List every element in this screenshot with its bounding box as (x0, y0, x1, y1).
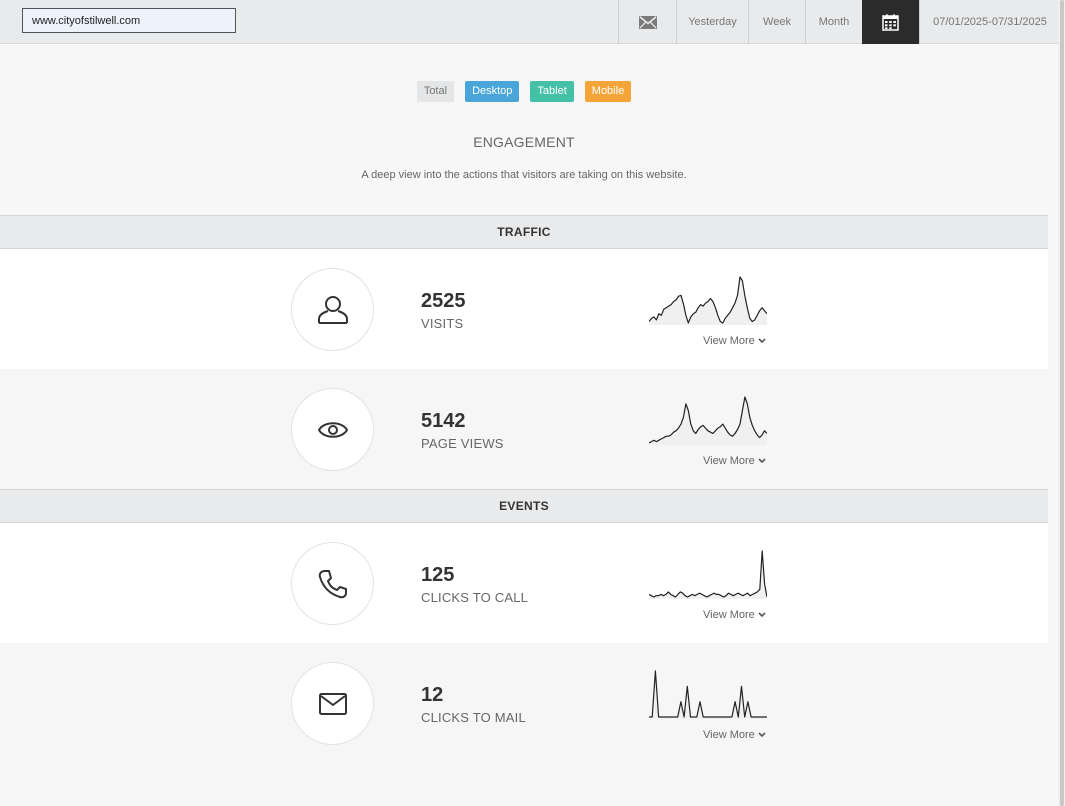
envelope-icon (638, 15, 657, 29)
date-range-label[interactable]: 07/01/2025-07/31/2025 (919, 0, 1058, 44)
metric-row-visits: 2525 VISITS View More (0, 249, 1048, 369)
month-button[interactable]: Month (805, 0, 862, 44)
sparkline-area (649, 671, 767, 719)
scrollbar-thumb[interactable] (1060, 0, 1064, 806)
calendar-icon (882, 14, 899, 31)
page-title: ENGAGEMENT (473, 134, 575, 150)
week-button[interactable]: Week (748, 0, 805, 44)
metric-label: CLICKS TO MAIL (421, 710, 526, 725)
sparkline-visits (649, 276, 767, 325)
top-bar: Yesterday Week Month 07/01/2025-07/31/20… (0, 0, 1058, 44)
section-events-header: EVENTS (0, 489, 1048, 523)
device-filters: Total Desktop Tablet Mobile (0, 81, 1048, 102)
view-more-link[interactable]: View More (703, 455, 766, 467)
filter-total[interactable]: Total (416, 81, 455, 102)
chevron-down-icon (758, 338, 766, 344)
view-more-label: View More (703, 609, 755, 621)
sparkline-clicks-to-call (649, 550, 767, 599)
chevron-down-icon (758, 732, 766, 738)
metric-icon-circle (291, 388, 374, 471)
metric-row-clicks-to-call: 125 CLICKS TO CALL View More (0, 523, 1048, 643)
filter-mobile[interactable]: Mobile (584, 81, 632, 102)
scrollbar[interactable] (1058, 0, 1065, 806)
metric-label: CLICKS TO CALL (421, 590, 529, 605)
eye-icon (317, 421, 348, 438)
view-more-link[interactable]: View More (703, 609, 766, 621)
sparkline-clicks-to-mail (649, 670, 767, 719)
sparkline-page-views (649, 396, 767, 445)
view-more-link[interactable]: View More (703, 335, 766, 347)
filter-tablet[interactable]: Tablet (530, 81, 574, 102)
email-report-button[interactable] (618, 0, 676, 44)
metric-icon-circle (291, 542, 374, 625)
metric-value: 5142 (421, 410, 466, 432)
yesterday-button[interactable]: Yesterday (676, 0, 748, 44)
user-icon (317, 295, 348, 324)
chevron-down-icon (758, 612, 766, 618)
calendar-button[interactable] (862, 0, 919, 44)
envelope-icon (318, 692, 347, 715)
date-toolbar: Yesterday Week Month 07/01/2025-07/31/20… (618, 0, 1058, 44)
view-more-label: View More (703, 455, 755, 467)
phone-icon (318, 569, 347, 598)
sparkline-line (649, 550, 767, 598)
view-more-link[interactable]: View More (703, 729, 766, 741)
sparkline-line (649, 670, 767, 718)
page-subtitle: A deep view into the actions that visito… (361, 169, 687, 181)
chevron-down-icon (758, 458, 766, 464)
filter-desktop[interactable]: Desktop (465, 81, 520, 102)
metric-label: PAGE VIEWS (421, 436, 504, 451)
section-traffic-header: TRAFFIC (0, 215, 1048, 249)
view-more-label: View More (703, 335, 755, 347)
metric-row-page-views: 5142 PAGE VIEWS View More (0, 369, 1048, 489)
metric-value: 2525 (421, 290, 466, 312)
metric-label: VISITS (421, 316, 464, 331)
metric-icon-circle (291, 268, 374, 351)
metric-row-clicks-to-mail: 12 CLICKS TO MAIL View More (0, 643, 1048, 763)
view-more-label: View More (703, 729, 755, 741)
metric-value: 125 (421, 564, 455, 586)
sparkline-area (649, 397, 767, 445)
sparkline-area (649, 551, 767, 599)
metric-icon-circle (291, 662, 374, 745)
metric-value: 12 (421, 684, 444, 706)
website-url-input[interactable] (22, 8, 236, 33)
